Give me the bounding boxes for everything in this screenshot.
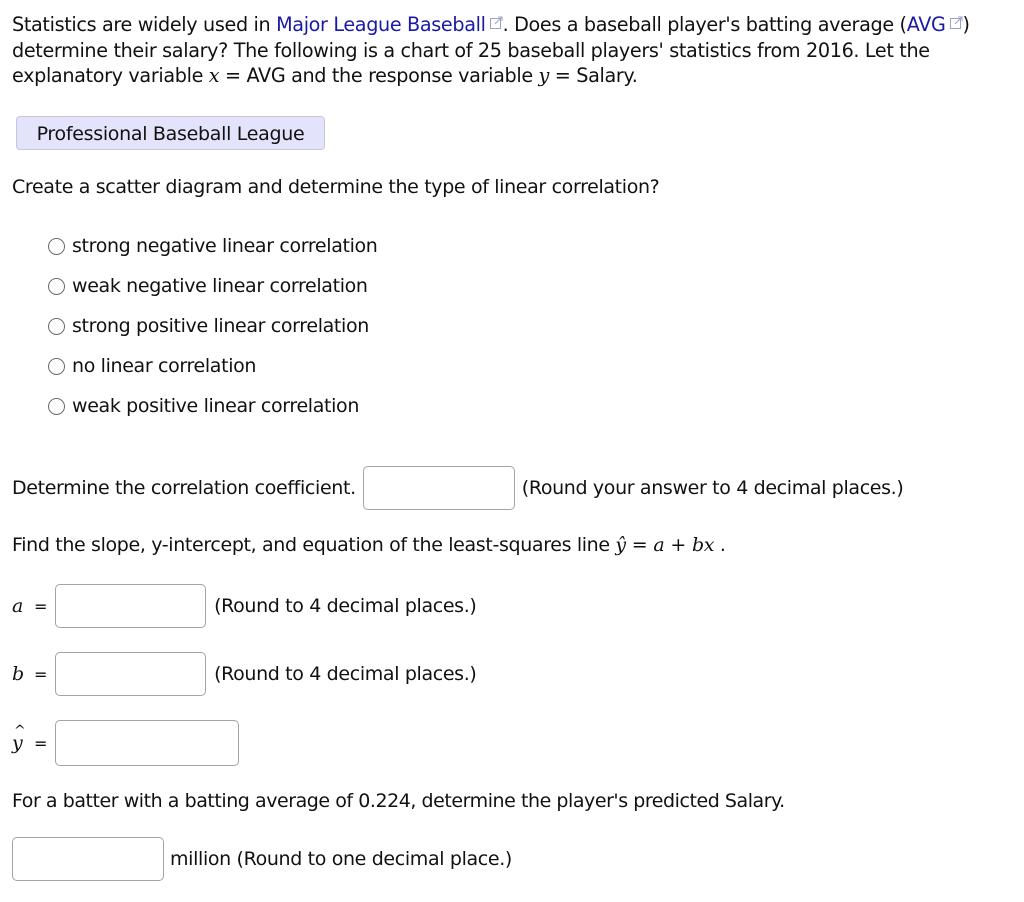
intro-text-2: . Does a baseball player's batting avera… — [502, 13, 907, 36]
option-label: strong negative linear correlation — [72, 235, 378, 257]
equation-period: . — [719, 534, 726, 556]
hat-symbol: ^ — [14, 723, 26, 739]
b-row: b = (Round to 4 decimal places.) — [12, 652, 477, 696]
variable-y: y — [538, 64, 550, 87]
correlation-row: Determine the correlation coefficient. (… — [12, 466, 904, 510]
correlation-input[interactable] — [362, 466, 515, 510]
a-input[interactable] — [55, 584, 207, 628]
b-input[interactable] — [55, 652, 207, 696]
option-no-correlation[interactable]: no linear correlation — [48, 346, 377, 386]
data-table-button[interactable]: Professional Baseball League — [16, 116, 325, 150]
a-label: a — [12, 595, 23, 617]
salary-hint: million (Round to one decimal place.) — [170, 848, 512, 870]
intro-text-5: = AVG and the response variable — [225, 64, 539, 87]
radio-button[interactable] — [48, 277, 65, 295]
option-weak-negative[interactable]: weak negative linear correlation — [48, 266, 377, 306]
radio-button[interactable] — [48, 357, 65, 375]
variable-x: x — [208, 64, 220, 87]
b-equals: = — [34, 664, 48, 684]
intro-line-2: determine their salary? The following is… — [12, 38, 930, 62]
a-row: a = (Round to 4 decimal places.) — [12, 584, 477, 628]
option-label: strong positive linear correlation — [72, 315, 369, 337]
b-hint: (Round to 4 decimal places.) — [214, 663, 477, 685]
problem-intro: Statistics are widely used in Major Leag… — [12, 12, 1017, 89]
correlation-hint: (Round your answer to 4 decimal places.) — [521, 477, 904, 499]
avg-link[interactable]: AVG — [907, 13, 946, 36]
scatter-question: Create a scatter diagram and determine t… — [12, 176, 660, 198]
option-label: no linear correlation — [72, 355, 257, 377]
equation-yhat: ŷ — [615, 534, 626, 556]
salary-row: million (Round to one decimal place.) — [12, 837, 512, 881]
radio-button[interactable] — [48, 317, 65, 335]
yhat-equals: = — [34, 733, 48, 753]
option-label: weak positive linear correlation — [72, 395, 360, 417]
least-squares-text: Find the slope, y-intercept, and equatio… — [12, 534, 616, 556]
equation-bx: bx — [691, 534, 715, 556]
intro-text-1: Statistics are widely used in — [12, 13, 277, 36]
yhat-label: ^ y — [12, 723, 28, 754]
external-link-icon[interactable] — [949, 16, 963, 29]
option-weak-positive[interactable]: weak positive linear correlation — [48, 386, 377, 426]
mlb-link[interactable]: Major League Baseball — [276, 13, 486, 36]
yhat-row: ^ y = — [12, 720, 240, 766]
radio-button[interactable] — [48, 397, 65, 415]
option-label: weak negative linear correlation — [72, 275, 368, 297]
equation-plus: + — [670, 534, 686, 556]
option-strong-positive[interactable]: strong positive linear correlation — [48, 306, 377, 346]
b-label: b — [12, 663, 24, 685]
salary-input[interactable] — [12, 837, 164, 881]
intro-text-4: explanatory variable — [12, 64, 209, 87]
a-hint: (Round to 4 decimal places.) — [214, 595, 477, 617]
external-link-icon[interactable] — [489, 16, 503, 29]
a-equals: = — [34, 596, 48, 616]
intro-text-6: = Salary. — [554, 64, 638, 87]
prediction-prompt: For a batter with a batting average of 0… — [12, 790, 785, 812]
correlation-options: strong negative linear correlation weak … — [48, 226, 378, 426]
radio-button[interactable] — [48, 237, 65, 255]
equation-equals: = — [631, 534, 648, 556]
option-strong-negative[interactable]: strong negative linear correlation — [48, 226, 378, 266]
intro-text-3: ) — [962, 13, 970, 36]
equation-a: a — [653, 534, 665, 556]
yhat-input[interactable] — [55, 720, 240, 766]
least-squares-prompt: Find the slope, y-intercept, and equatio… — [12, 534, 726, 556]
correlation-prompt: Determine the correlation coefficient. — [12, 477, 356, 499]
